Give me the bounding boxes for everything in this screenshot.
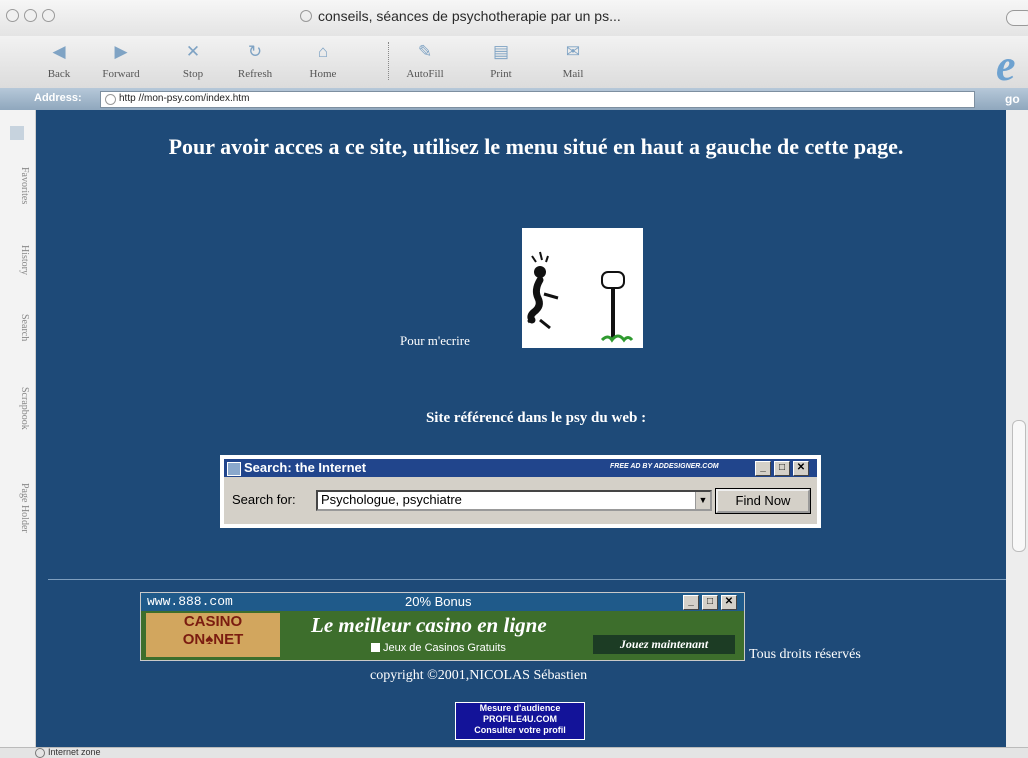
toolbar-toggle-button[interactable] (1006, 10, 1028, 26)
banner-subtext-label: Jeux de Casinos Gratuits (383, 642, 506, 654)
close-window-button[interactable] (6, 9, 19, 22)
minimize-icon[interactable]: _ (755, 461, 771, 476)
search-widget-title: Search: the Internet (244, 460, 367, 475)
tab-search[interactable]: Search (4, 300, 30, 356)
printer-icon: ▤ (492, 42, 510, 61)
tab-scrapbook[interactable]: Scrapbook (4, 372, 30, 444)
rights-reserved: Tous droits réservés (749, 647, 861, 662)
title-bar: conseils, séances de psychotherapie par … (0, 0, 1028, 36)
search-window-icon (227, 462, 241, 476)
banner-subtext: Jeux de Casinos Gratuits (371, 642, 506, 654)
play-now-button[interactable]: Jouez maintenant (593, 635, 735, 654)
home-icon: ⌂ (317, 42, 329, 61)
ad-credit-link[interactable]: FREE AD BY ADDESIGNER.COM (610, 463, 719, 470)
casino-logo: CASINO ON♠NET (146, 613, 280, 657)
banner-close-icon[interactable]: ✕ (721, 595, 737, 610)
audience-badge[interactable]: Mesure d'audience PROFILE4U.COM Consulte… (455, 702, 585, 740)
scrollbar-thumb[interactable] (1012, 420, 1026, 552)
autofill-label: AutoFill (406, 68, 444, 80)
dropdown-arrow-icon[interactable]: ▼ (695, 492, 710, 509)
mail-me-label: Pour m'ecrire (400, 333, 470, 348)
toolbar-separator (388, 42, 390, 80)
forward-arrow-icon: ▶ (114, 42, 128, 61)
search-category-select[interactable]: Psychologue, psychiatre ▼ (316, 490, 712, 511)
home-button[interactable]: ⌂ Home (294, 36, 352, 86)
address-input[interactable]: http //mon-psy.com/index.htm (100, 91, 975, 108)
audience-line2: PROFILE4U.COM (482, 714, 557, 724)
banner-headline: Le meilleur casino en ligne (311, 613, 547, 637)
home-label: Home (309, 68, 337, 80)
stop-x-icon: ✕ (185, 42, 201, 61)
back-arrow-icon: ◀ (52, 42, 66, 61)
tab-history[interactable]: History (4, 232, 30, 288)
banner-url: www.888.com (147, 594, 233, 609)
forward-label: Forward (102, 68, 140, 80)
print-label: Print (490, 68, 512, 80)
browser-toolbar: ◀ Back ▶ Forward ✕ Stop ↻ Refresh ⌂ Home… (0, 36, 1028, 90)
banner-topbar: www.888.com 20% Bonus _ □ ✕ (141, 593, 744, 611)
print-button[interactable]: ▤ Print (472, 36, 530, 86)
banner-maximize-icon[interactable]: □ (702, 595, 718, 610)
casino-logo-line2: ON♠NET (182, 631, 244, 648)
go-button[interactable]: go (1005, 92, 1020, 106)
search-widget-body: Search for: Psychologue, psychiatre ▼ Fi… (224, 477, 817, 524)
address-label: Address: (34, 92, 82, 104)
casino-logo-line1: CASINO (183, 613, 243, 630)
status-bar (0, 747, 1028, 758)
close-icon[interactable]: ✕ (793, 461, 809, 476)
address-url: http //mon-psy.com/index.htm (119, 93, 250, 104)
zoom-window-button[interactable] (42, 9, 55, 22)
address-bar: Address: http //mon-psy.com/index.htm go (0, 88, 1028, 110)
search-widget-titlebar: Search: the Internet FREE AD BY ADDESIGN… (224, 459, 817, 477)
back-label: Back (47, 68, 71, 80)
checkbox-icon (371, 643, 380, 652)
audience-line1: Mesure d'audience (479, 703, 561, 713)
audience-line3: Consulter votre profil (474, 725, 566, 735)
forward-button[interactable]: ▶ Forward (92, 36, 150, 86)
window-title-text: conseils, séances de psychotherapie par … (318, 8, 621, 24)
page-heading: Pour avoir acces a ce site, utilisez le … (168, 134, 904, 159)
refresh-button[interactable]: ↻ Refresh (226, 36, 284, 86)
find-now-button[interactable]: Find Now (715, 488, 811, 514)
explorer-sidebar: Favorites History Search Scrapbook Page … (0, 110, 36, 747)
search-selected-value: Psychologue, psychiatre (321, 492, 462, 507)
sidebar-handle-icon[interactable] (10, 126, 24, 140)
refresh-icon: ↻ (247, 42, 263, 61)
copyright-notice: copyright ©2001,NICOLAS Sébastien (370, 668, 588, 683)
window-title: conseils, séances de psychotherapie par … (300, 8, 820, 24)
tab-favorites[interactable]: Favorites (4, 154, 30, 218)
mail-label: Mail (562, 68, 584, 80)
referenced-heading: Site référencé dans le psy du web : (425, 410, 647, 426)
web-page: Pour avoir acces a ce site, utilisez le … (36, 110, 1006, 747)
page-globe-icon (300, 10, 312, 22)
back-button[interactable]: ◀ Back (30, 36, 88, 86)
tab-page-holder[interactable]: Page Holder (4, 466, 30, 550)
banner-bonus: 20% Bonus (405, 594, 472, 609)
status-zone-text: Internet zone (48, 747, 101, 757)
vertical-scrollbar[interactable] (1006, 110, 1028, 747)
autofill-icon: ✎ (417, 42, 433, 61)
autofill-button[interactable]: ✎ AutoFill (396, 36, 454, 86)
search-widget: Search: the Internet FREE AD BY ADDESIGN… (220, 455, 821, 528)
stop-label: Stop (182, 68, 204, 80)
mailbox-illustration[interactable] (522, 228, 643, 348)
horizontal-divider (48, 579, 1006, 580)
banner-minimize-icon[interactable]: _ (683, 595, 699, 610)
mail-icon: ✉ (565, 42, 581, 61)
casino-ad-banner[interactable]: www.888.com 20% Bonus _ □ ✕ CASINO ON♠NE… (140, 592, 745, 661)
mail-button[interactable]: ✉ Mail (544, 36, 602, 86)
url-globe-icon (105, 94, 116, 105)
refresh-label: Refresh (237, 68, 273, 80)
stop-button[interactable]: ✕ Stop (164, 36, 222, 86)
ie-logo-icon: e (996, 41, 1016, 90)
maximize-icon[interactable]: □ (774, 461, 790, 476)
search-for-label: Search for: (232, 492, 296, 507)
minimize-window-button[interactable] (24, 9, 37, 22)
